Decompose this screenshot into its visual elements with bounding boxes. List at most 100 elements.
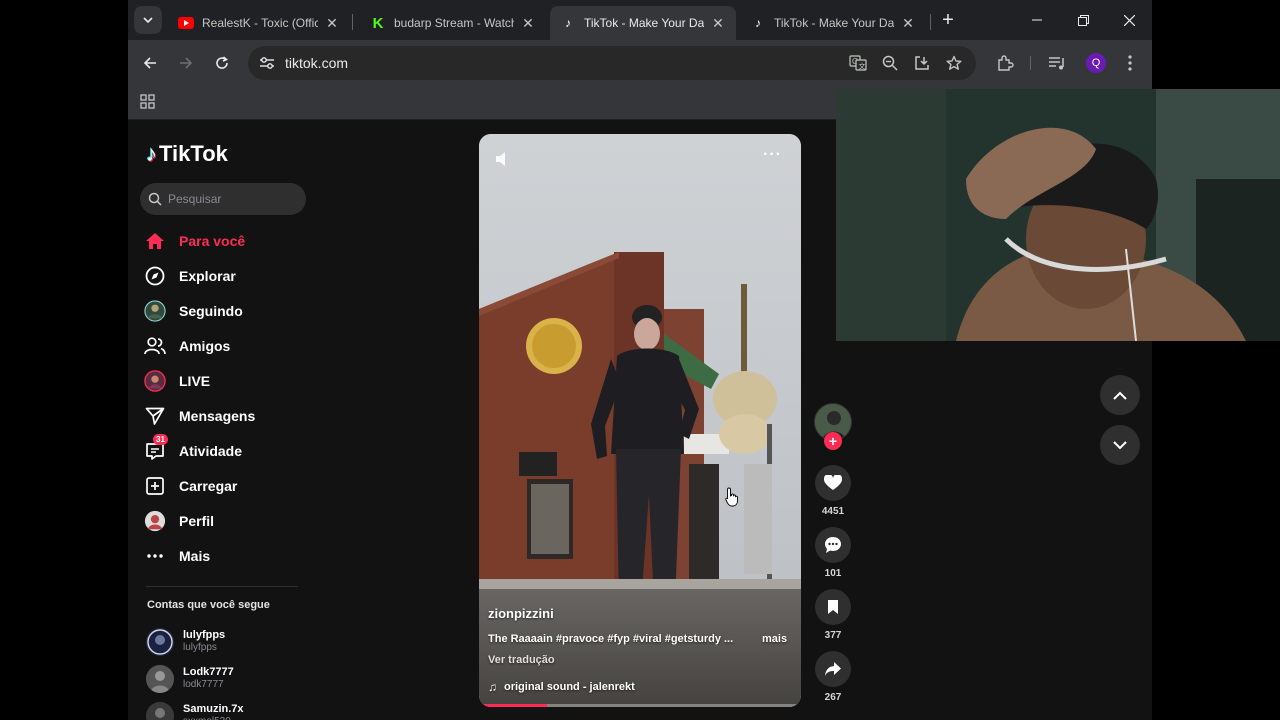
zoom-out-icon[interactable] bbox=[880, 54, 900, 72]
bookmark-icon bbox=[828, 600, 838, 614]
search-input[interactable] bbox=[168, 192, 288, 206]
forward-button[interactable] bbox=[172, 49, 200, 77]
tiktok-note-icon: ♪ bbox=[146, 141, 157, 166]
search-box[interactable] bbox=[140, 183, 306, 215]
webcam-feed-image bbox=[836, 89, 1280, 341]
comment-button[interactable] bbox=[815, 527, 851, 563]
next-video-button[interactable] bbox=[1100, 425, 1140, 465]
see-translation-link[interactable]: Ver tradução bbox=[488, 654, 555, 666]
comment-action[interactable]: 101 bbox=[815, 527, 851, 579]
following-name: lulyfpps bbox=[183, 629, 226, 641]
notification-badge: 31 bbox=[153, 433, 168, 445]
sound-icon[interactable] bbox=[493, 148, 515, 170]
new-tab-button[interactable]: + bbox=[936, 8, 960, 32]
close-tab-icon[interactable]: ✕ bbox=[710, 15, 726, 32]
sidebar-item-mensagens[interactable]: Mensagens bbox=[144, 398, 304, 433]
video-more-options-icon[interactable]: ··· bbox=[763, 146, 782, 164]
previous-video-button[interactable] bbox=[1100, 375, 1140, 415]
install-app-icon[interactable] bbox=[912, 54, 932, 72]
close-window-button[interactable] bbox=[1106, 0, 1152, 40]
following-item[interactable]: Samuzin.7x sxxmel530 bbox=[146, 697, 306, 720]
like-action[interactable]: 4451 bbox=[815, 465, 851, 517]
save-button[interactable] bbox=[815, 589, 851, 625]
sidebar-item-para-voce[interactable]: Para você bbox=[144, 223, 304, 258]
sidebar-item-carregar[interactable]: Carregar bbox=[144, 468, 304, 503]
comment-count: 101 bbox=[824, 568, 842, 579]
music-note-icon: ♫ bbox=[488, 680, 497, 694]
profile-avatar[interactable]: Q bbox=[1086, 53, 1106, 73]
site-settings-icon[interactable] bbox=[258, 54, 276, 72]
chevron-up-icon bbox=[1113, 391, 1127, 400]
back-button[interactable] bbox=[136, 49, 164, 77]
tab-youtube[interactable]: RealestK - Toxic (Official ✕ bbox=[168, 6, 350, 40]
chevron-down-icon bbox=[143, 17, 153, 24]
media-control-icon[interactable] bbox=[1046, 52, 1068, 74]
sidebar-item-label: Explorar bbox=[179, 267, 236, 284]
share-action[interactable]: 267 bbox=[815, 651, 851, 703]
following-item[interactable]: lulyfpps lulyfpps bbox=[146, 623, 306, 660]
kebab-menu-icon[interactable] bbox=[1119, 52, 1141, 74]
browser-toolbar: tiktok.com G文 Q bbox=[128, 40, 1152, 86]
share-icon bbox=[825, 662, 841, 676]
tab-tiktok-active[interactable]: ♪ TikTok - Make Your Day ✕ bbox=[550, 6, 736, 40]
tab-kick[interactable]: K budarp Stream - Watch ✕ bbox=[360, 6, 546, 40]
bookmark-star-icon[interactable] bbox=[944, 54, 964, 72]
video-description: The Raaaain #pravoce #fyp #viral #getstu… bbox=[488, 633, 734, 645]
reload-icon bbox=[216, 56, 229, 69]
save-count: 377 bbox=[824, 630, 842, 641]
extensions-icon[interactable] bbox=[994, 52, 1016, 74]
following-handle: sxxmel530 bbox=[183, 716, 244, 720]
sidebar-item-label: Para você bbox=[179, 232, 246, 249]
tab-tiktok[interactable]: ♪ TikTok - Make Your Day ✕ bbox=[740, 6, 926, 40]
close-tab-icon[interactable]: ✕ bbox=[324, 15, 340, 32]
minimize-button[interactable] bbox=[1014, 0, 1060, 40]
youtube-icon bbox=[178, 15, 194, 31]
following-handle: lodk7777 bbox=[183, 679, 224, 690]
sidebar-item-explorar[interactable]: Explorar bbox=[144, 258, 304, 293]
video-username[interactable]: zionpizzini bbox=[488, 606, 554, 621]
description-more-link[interactable]: mais bbox=[762, 633, 787, 645]
toolbar-separator bbox=[1030, 56, 1031, 70]
close-tab-icon[interactable]: ✕ bbox=[520, 15, 536, 32]
tab-search-button[interactable] bbox=[134, 6, 162, 34]
video-sound[interactable]: ♫ original sound - jalenrekt bbox=[488, 680, 635, 694]
follow-plus-button[interactable]: + bbox=[824, 432, 842, 450]
reload-button[interactable] bbox=[208, 49, 236, 77]
url-text[interactable]: tiktok.com bbox=[285, 55, 348, 71]
sidebar-item-seguindo[interactable]: Seguindo bbox=[144, 293, 304, 328]
search-icon bbox=[148, 192, 162, 206]
address-bar[interactable]: tiktok.com G文 bbox=[248, 46, 976, 80]
translate-icon[interactable]: G文 bbox=[848, 54, 868, 72]
following-handle: lulyfpps bbox=[183, 642, 217, 653]
tab-title: budarp Stream - Watch bbox=[394, 16, 514, 30]
video-progress-bar[interactable] bbox=[479, 704, 801, 707]
sidebar-menu: Para você Explorar Seguindo Amigos LIVE … bbox=[144, 223, 304, 573]
avatar bbox=[146, 627, 174, 656]
following-title: Contas que você segue bbox=[147, 599, 270, 611]
close-tab-icon[interactable]: ✕ bbox=[900, 15, 916, 32]
sidebar-item-label: Carregar bbox=[179, 477, 238, 494]
friends-icon bbox=[144, 335, 166, 357]
sidebar-item-label: Mais bbox=[179, 547, 211, 564]
save-action[interactable]: 377 bbox=[815, 589, 851, 641]
sidebar-item-live[interactable]: LIVE bbox=[144, 363, 304, 398]
sidebar-item-mais[interactable]: Mais bbox=[144, 538, 304, 573]
sidebar-item-atividade[interactable]: 31 Atividade bbox=[144, 433, 304, 468]
tiktok-logo[interactable]: ♪ TikTok bbox=[146, 141, 228, 167]
sidebar-item-perfil[interactable]: Perfil bbox=[144, 503, 304, 538]
live-avatar-icon bbox=[144, 369, 166, 392]
heart-icon bbox=[824, 475, 842, 490]
tab-separator bbox=[930, 14, 931, 30]
following-name: Lodk7777 bbox=[183, 666, 234, 678]
sidebar-item-label: Perfil bbox=[179, 512, 215, 529]
sidebar-item-amigos[interactable]: Amigos bbox=[144, 328, 304, 363]
apps-grid-icon[interactable] bbox=[138, 92, 158, 112]
sidebar-item-label: Atividade bbox=[179, 442, 243, 459]
share-button[interactable] bbox=[815, 651, 851, 687]
video-player[interactable]: ··· zionpizzini The Raaaain #pravoce #fy… bbox=[479, 134, 801, 707]
restore-button[interactable] bbox=[1060, 0, 1106, 40]
following-item[interactable]: Lodk7777 lodk7777 bbox=[146, 660, 306, 697]
activity-icon: 31 bbox=[144, 433, 168, 462]
sidebar-item-label: Amigos bbox=[179, 337, 231, 354]
like-button[interactable] bbox=[815, 465, 851, 501]
